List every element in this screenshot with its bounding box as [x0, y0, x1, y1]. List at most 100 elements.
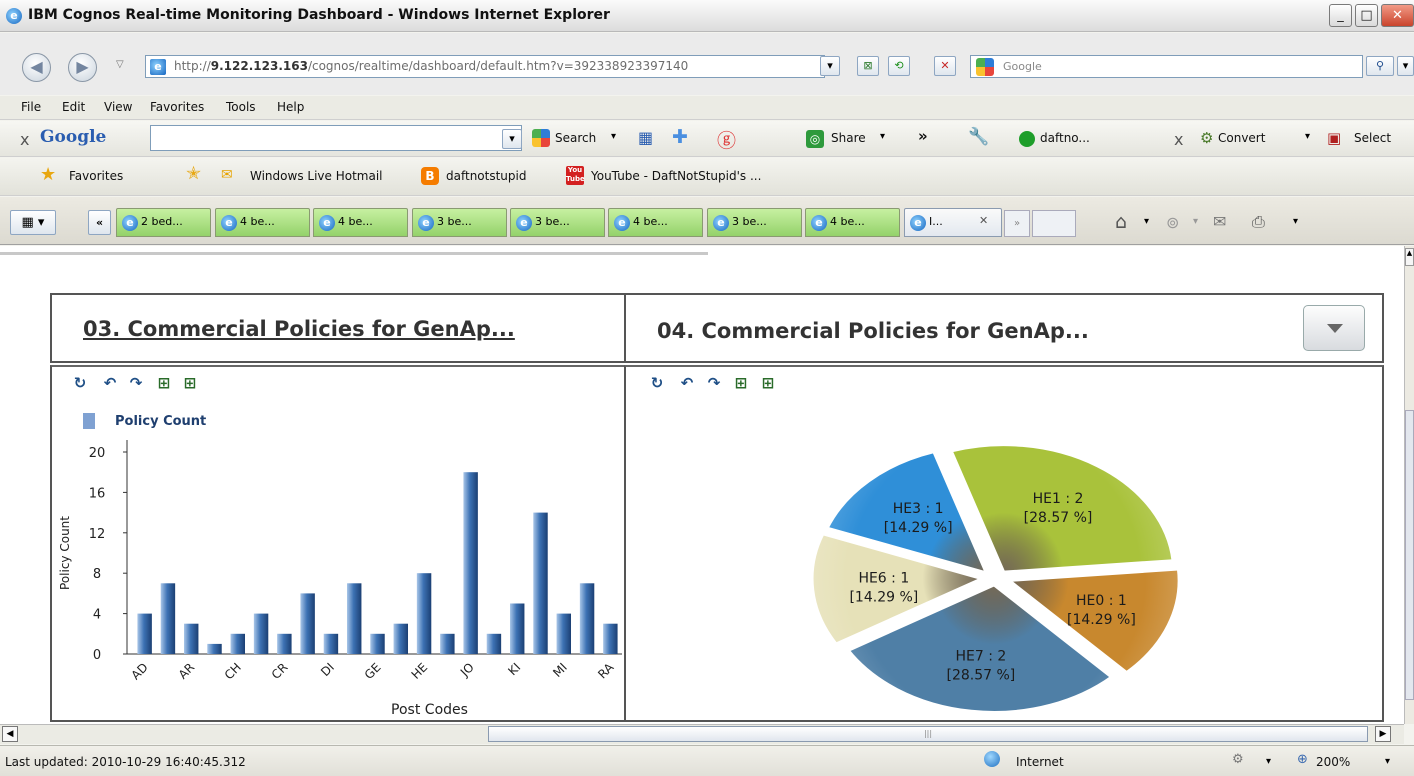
- print-dropdown-icon[interactable]: ▾: [1293, 216, 1298, 227]
- protected-mode-dropdown-icon[interactable]: ▾: [1266, 756, 1271, 767]
- tab-3[interactable]: e4 be...: [313, 208, 408, 237]
- zoom-icon[interactable]: ⊕: [1297, 752, 1308, 767]
- address-dropdown-button[interactable]: ▾: [820, 56, 840, 76]
- user-account-button[interactable]: daftno...: [1040, 131, 1090, 145]
- undo-icon[interactable]: ↶: [102, 375, 118, 391]
- scroll-left-button[interactable]: ◀: [2, 726, 18, 742]
- tab-label: I...: [929, 215, 943, 228]
- hotmail-icon: ✉: [221, 167, 233, 183]
- panel-left-title[interactable]: 03. Commercial Policies for GenAp...: [83, 317, 623, 341]
- new-tab-button[interactable]: [1032, 210, 1076, 237]
- read-mail-icon[interactable]: ✉: [1213, 212, 1226, 231]
- menu-tools[interactable]: Tools: [226, 100, 256, 114]
- minimize-button[interactable]: _: [1329, 4, 1352, 27]
- news-icon[interactable]: ▦: [638, 128, 653, 147]
- bar: [393, 623, 409, 654]
- convert-button[interactable]: Convert: [1218, 131, 1265, 145]
- tab-8[interactable]: e4 be...: [805, 208, 900, 237]
- history-dropdown-icon[interactable]: ▽: [116, 59, 124, 70]
- tab-active[interactable]: e I... ✕: [904, 208, 1002, 237]
- add-text-icon[interactable]: ⊞: [156, 375, 172, 391]
- tab-7[interactable]: e3 be...: [707, 208, 802, 237]
- favorite-link-daftnotstupid[interactable]: daftnotstupid: [446, 169, 526, 183]
- redo-icon[interactable]: ↷: [128, 375, 144, 391]
- bar: [346, 583, 362, 654]
- share-dropdown-icon[interactable]: ▾: [880, 131, 885, 142]
- quick-tabs-button[interactable]: ▦ ▾: [10, 210, 56, 235]
- google-search-button[interactable]: Search: [555, 131, 596, 145]
- menu-view[interactable]: View: [104, 100, 132, 114]
- zoom-dropdown-icon[interactable]: ▾: [1385, 756, 1390, 767]
- google-search-provider-icon: [976, 58, 994, 76]
- horizontal-scroll-thumb[interactable]: |||: [488, 726, 1368, 742]
- tab-list-button[interactable]: »: [1004, 210, 1030, 237]
- tab-5[interactable]: e3 be...: [510, 208, 605, 237]
- favorite-link-hotmail[interactable]: Windows Live Hotmail: [250, 169, 382, 183]
- toolbar-more-button[interactable]: »: [918, 127, 928, 145]
- home-dropdown-icon[interactable]: ▾: [1144, 216, 1149, 227]
- menu-edit[interactable]: Edit: [62, 100, 85, 114]
- tab-label: 4 be...: [830, 215, 865, 228]
- address-bar[interactable]: http://9.122.123.163/cognos/realtime/das…: [145, 55, 825, 78]
- add-image-icon[interactable]: ⊞: [182, 375, 198, 391]
- search-options-button[interactable]: ▾: [1397, 56, 1414, 76]
- panel-options-button[interactable]: [1303, 305, 1365, 351]
- bar-chart: Policy Count 0 4 8 12 16 20 Policy Count AD AR CH C…: [58, 413, 622, 718]
- print-icon[interactable]: ⎙: [1252, 212, 1265, 232]
- bar: [533, 512, 548, 654]
- refresh-chart-icon[interactable]: ↻: [649, 375, 665, 391]
- convert-dropdown-icon[interactable]: ▾: [1305, 131, 1310, 142]
- feeds-dropdown-icon[interactable]: ▾: [1193, 216, 1198, 227]
- back-button[interactable]: ◀: [22, 53, 51, 82]
- scroll-up-button[interactable]: ▲: [1405, 248, 1414, 266]
- undo-icon[interactable]: ↶: [679, 375, 695, 391]
- spell-check-icon[interactable]: ⓖ: [717, 126, 736, 153]
- protected-mode-icon[interactable]: ⚙: [1232, 752, 1244, 767]
- tab-label: 4 be...: [338, 215, 373, 228]
- select-button[interactable]: Select: [1354, 131, 1391, 145]
- refresh-chart-icon[interactable]: ↻: [72, 375, 88, 391]
- close-tab-icon[interactable]: ✕: [979, 214, 988, 227]
- google-search-dropdown[interactable]: ▾: [502, 129, 522, 149]
- search-icon[interactable]: ⚲: [1366, 56, 1394, 76]
- menu-file[interactable]: File: [21, 100, 41, 114]
- forward-button[interactable]: ▶: [68, 53, 97, 82]
- add-image-icon[interactable]: ⊞: [760, 375, 776, 391]
- feeds-icon[interactable]: ⊚: [1166, 213, 1179, 232]
- favorite-link-youtube[interactable]: YouTube - DaftNotStupid's ...: [591, 169, 761, 183]
- search-input[interactable]: Google: [970, 55, 1363, 78]
- google-toolbar-close-button[interactable]: x: [20, 130, 29, 149]
- tab-1[interactable]: e2 bed...: [116, 208, 211, 237]
- menu-bar: [0, 96, 1414, 120]
- scroll-right-button[interactable]: ▶: [1375, 726, 1391, 742]
- google-search-options-icon[interactable]: ▾: [611, 131, 616, 142]
- pie-chart: HE1 : 2 [28.57 %] HE0 : 1 [14.29 %] HE7 : 2 […: [810, 443, 1181, 714]
- scroll-tabs-left-button[interactable]: «: [88, 210, 111, 235]
- maximize-button[interactable]: □: [1355, 4, 1378, 27]
- google-search-input[interactable]: [150, 125, 522, 151]
- zoom-level[interactable]: 200%: [1316, 755, 1350, 769]
- menu-help[interactable]: Help: [277, 100, 304, 114]
- convert-toolbar-close-button[interactable]: x: [1174, 130, 1183, 149]
- tab-4[interactable]: e3 be...: [412, 208, 507, 237]
- stop-icon[interactable]: ✕: [934, 56, 956, 76]
- pie-slice-percent: [14.29 %]: [884, 520, 953, 536]
- pie-slice-percent: [28.57 %]: [1024, 510, 1093, 526]
- tab-2[interactable]: e4 be...: [215, 208, 310, 237]
- vertical-scroll-thumb[interactable]: [1405, 410, 1414, 700]
- wrench-icon[interactable]: 🔧: [968, 127, 989, 147]
- compatibility-icon[interactable]: ⊠: [857, 56, 879, 76]
- tab-6[interactable]: e4 be...: [608, 208, 703, 237]
- add-favorite-icon[interactable]: ✭: [186, 163, 201, 184]
- chevron-down-icon: [1327, 324, 1343, 333]
- tab-ie-icon: e: [319, 215, 335, 231]
- redo-icon[interactable]: ↷: [706, 375, 722, 391]
- close-window-button[interactable]: ✕: [1381, 4, 1414, 27]
- add-button-icon[interactable]: ✚: [672, 126, 688, 148]
- home-icon[interactable]: ⌂: [1115, 211, 1127, 233]
- share-button[interactable]: Share: [831, 131, 866, 145]
- favorites-button[interactable]: Favorites: [69, 169, 123, 183]
- add-text-icon[interactable]: ⊞: [733, 375, 749, 391]
- menu-favorites[interactable]: Favorites: [150, 100, 204, 114]
- refresh-icon[interactable]: ⟲: [888, 56, 910, 76]
